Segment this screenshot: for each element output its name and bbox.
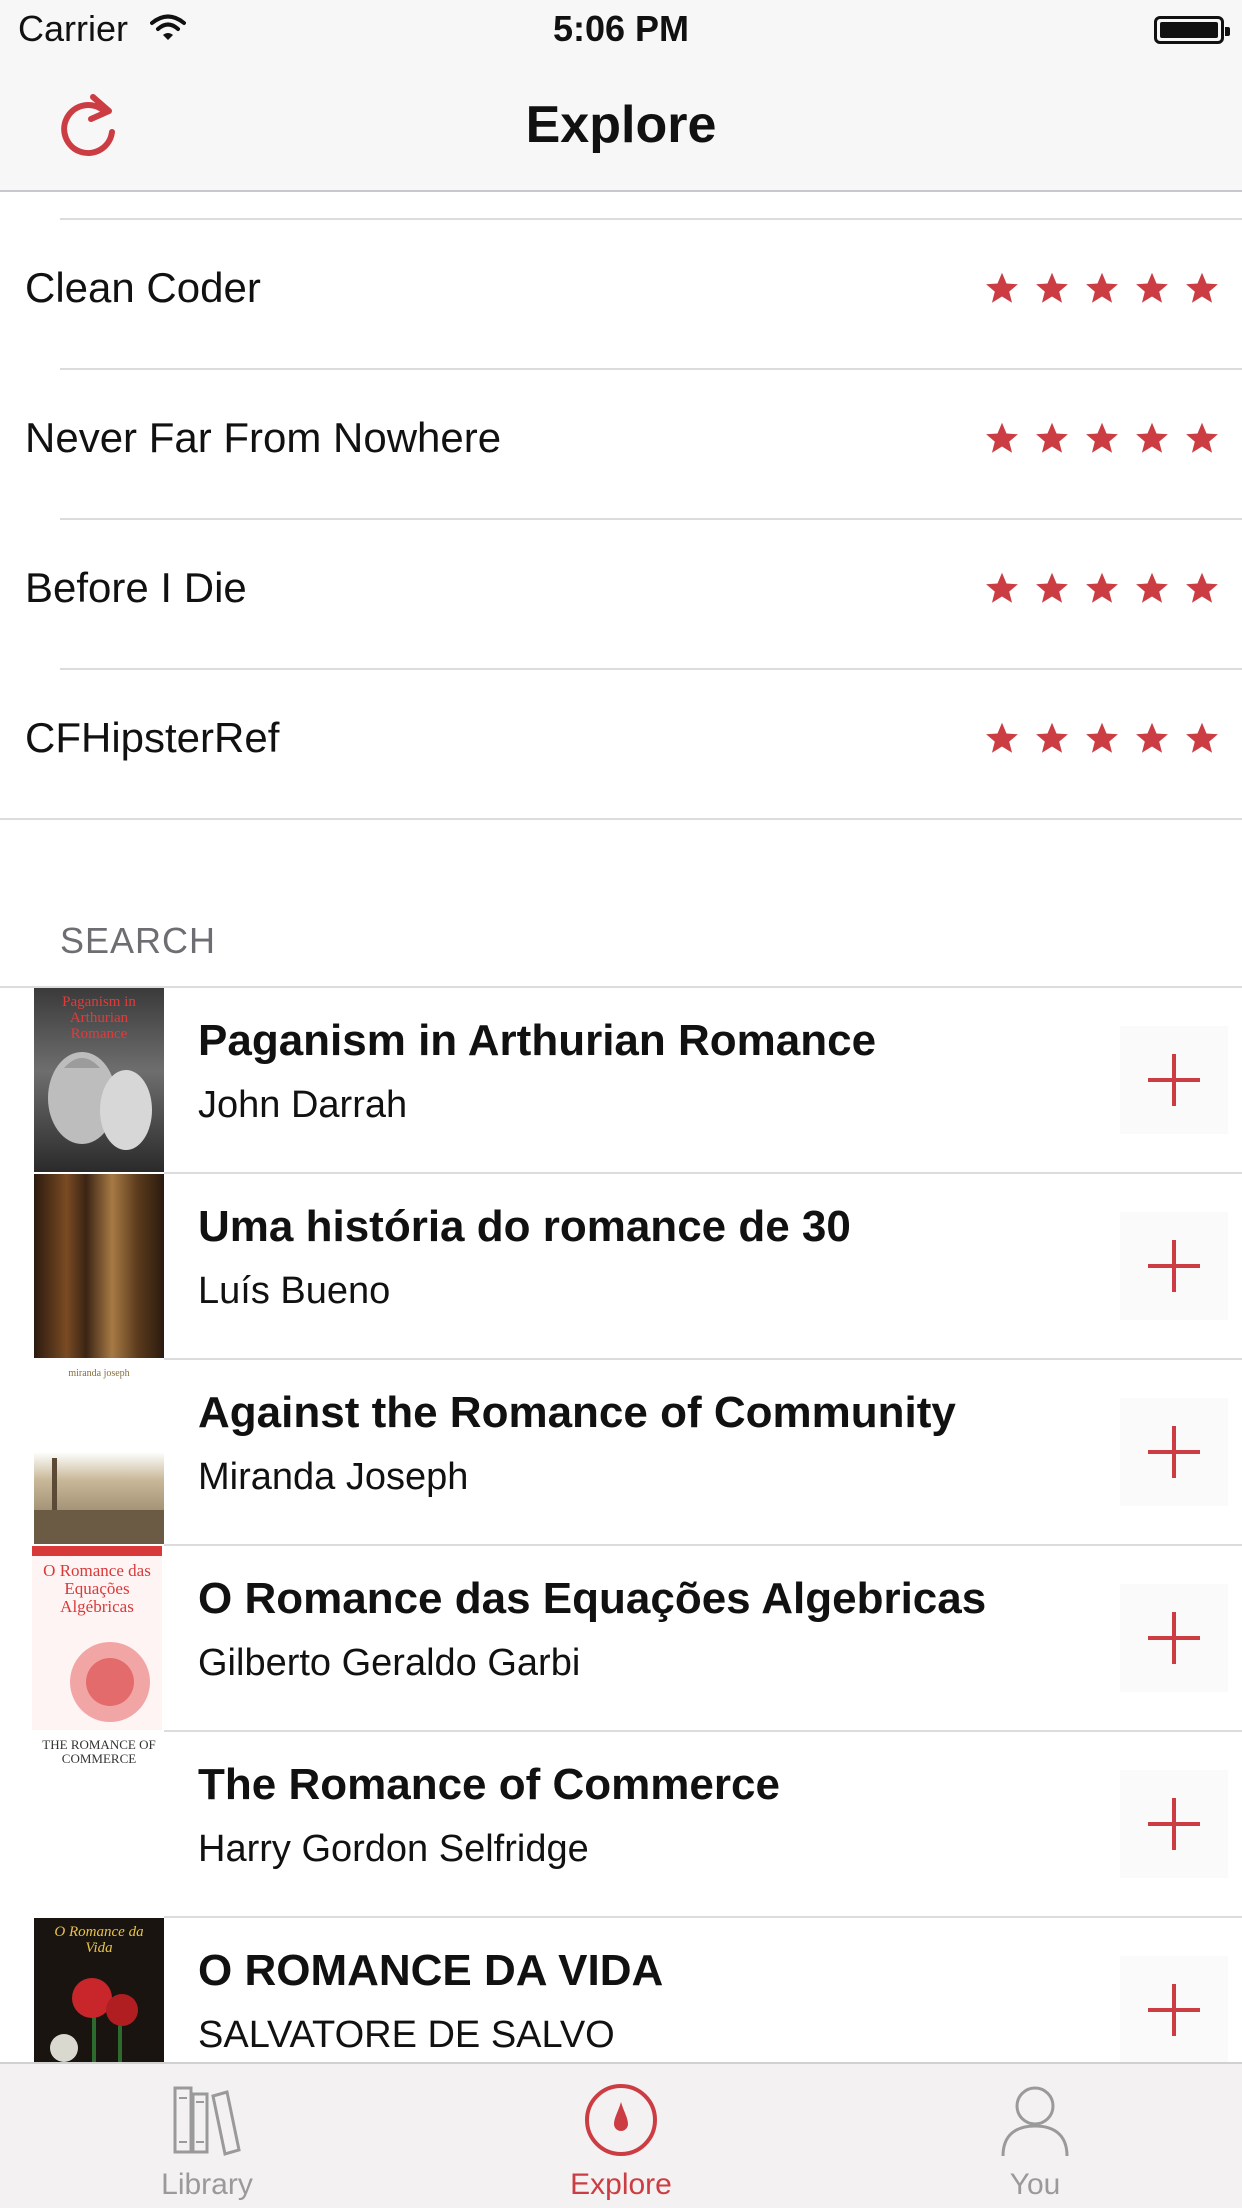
book-title: Clean Coder xyxy=(25,264,261,311)
status-time: 5:06 PM xyxy=(552,8,690,49)
navigation-bar: Explore xyxy=(0,60,1242,192)
star-icon xyxy=(986,422,1018,453)
list-item[interactable]: Never Far From Nowhere xyxy=(0,370,1242,520)
tab-label: Explore xyxy=(570,2168,672,2201)
book-title: Against the Romance of Community xyxy=(198,1388,956,1437)
star-icon xyxy=(1036,422,1068,453)
section-header-search: SEARCH xyxy=(60,920,217,961)
star-icon xyxy=(1136,272,1168,303)
add-button[interactable] xyxy=(1120,1026,1228,1134)
list-item[interactable]: CFHipsterRef xyxy=(0,670,1242,820)
star-icon xyxy=(1186,722,1218,753)
star-rating xyxy=(984,420,1220,456)
star-icon xyxy=(1086,272,1118,303)
star-icon xyxy=(1136,722,1168,753)
star-icon xyxy=(1036,572,1068,603)
library-icon xyxy=(173,2086,241,2156)
book-cover xyxy=(34,1174,164,1358)
star-icon xyxy=(986,272,1018,303)
book-author: Gilberto Geraldo Garbi xyxy=(198,1642,581,1684)
book-cover: O Romance das Equações Algébricas xyxy=(32,1546,162,1730)
star-icon xyxy=(1136,572,1168,603)
star-icon xyxy=(1186,572,1218,603)
person-icon xyxy=(1001,2086,1069,2157)
book-author: Harry Gordon Selfridge xyxy=(198,1828,589,1870)
tab-explore[interactable]: Explore xyxy=(414,2064,828,2210)
add-button[interactable] xyxy=(1120,1770,1228,1878)
tab-you[interactable]: You xyxy=(828,2064,1242,2210)
book-author: Luís Bueno xyxy=(198,1270,391,1312)
add-button[interactable] xyxy=(1120,1584,1228,1692)
star-icon xyxy=(1086,422,1118,453)
star-icon xyxy=(1086,572,1118,603)
star-rating xyxy=(984,720,1220,756)
table-row[interactable]: Paganism in Arthurian Romance Paganism i… xyxy=(0,988,1242,1173)
tab-label: You xyxy=(1009,2168,1061,2201)
status-bar: Carrier 5:06 PM xyxy=(0,0,1242,60)
book-cover: THE ROMANCE OF COMMERCE xyxy=(34,1732,164,1916)
star-icon xyxy=(1036,272,1068,303)
star-icon xyxy=(1186,272,1218,303)
plus-icon xyxy=(1148,1612,1200,1664)
table-row[interactable]: O Romance das Equações Algébricas O Roma… xyxy=(0,1546,1242,1731)
book-title: O ROMANCE DA VIDA xyxy=(198,1946,664,1995)
star-icon xyxy=(1136,422,1168,453)
cover-text: miranda joseph xyxy=(68,1368,130,1379)
star-icon xyxy=(1186,422,1218,453)
list-item[interactable]: Before I Die xyxy=(0,520,1242,670)
book-title: Before I Die xyxy=(25,564,247,611)
tab-library[interactable]: Library xyxy=(0,2064,414,2210)
book-title: Paganism in Arthurian Romance xyxy=(198,1016,877,1065)
plus-icon xyxy=(1148,1798,1200,1850)
plus-icon xyxy=(1148,1426,1200,1478)
page-title: Explore xyxy=(525,96,717,154)
table-row[interactable]: Uma história do romance de 30 Luís Bueno xyxy=(0,1174,1242,1359)
book-title: The Romance of Commerce xyxy=(198,1760,780,1809)
star-rating xyxy=(984,570,1220,606)
add-button[interactable] xyxy=(1120,1956,1228,2064)
star-icon xyxy=(1086,722,1118,753)
book-title: O Romance das Equações Algebricas xyxy=(198,1574,987,1623)
explore-icon xyxy=(585,2084,657,2156)
plus-icon xyxy=(1148,1240,1200,1292)
star-icon xyxy=(1036,722,1068,753)
table-row[interactable]: miranda joseph Against the Romance of Co… xyxy=(0,1360,1242,1545)
star-icon xyxy=(986,572,1018,603)
battery-icon xyxy=(1154,16,1230,44)
book-title: CFHipsterRef xyxy=(25,714,280,761)
plus-icon xyxy=(1148,1054,1200,1106)
star-rating xyxy=(984,270,1220,306)
cover-text: THE ROMANCE OF COMMERCE xyxy=(42,1737,156,1766)
book-author: Miranda Joseph xyxy=(198,1456,469,1498)
row-separator xyxy=(0,818,1242,820)
book-cover: miranda joseph xyxy=(34,1360,164,1544)
book-author: John Darrah xyxy=(198,1084,408,1126)
add-button[interactable] xyxy=(1120,1398,1228,1506)
tab-label: Library xyxy=(161,2168,253,2201)
cover-text: O Romance da Vida xyxy=(54,1924,144,1956)
cover-text: O Romance das Equações Algébricas xyxy=(43,1561,151,1616)
add-button[interactable] xyxy=(1120,1212,1228,1320)
plus-icon xyxy=(1148,1984,1200,2036)
tab-bar: Library Explore You xyxy=(0,2062,1242,2208)
book-title: Never Far From Nowhere xyxy=(25,414,502,461)
star-icon xyxy=(986,722,1018,753)
list-item[interactable]: Clean Coder xyxy=(0,220,1242,370)
book-title: Uma história do romance de 30 xyxy=(198,1202,851,1251)
book-author: SALVATORE DE SALVO xyxy=(198,2014,615,2056)
book-cover: Paganism in Arthurian Romance xyxy=(34,988,164,1172)
table-row[interactable]: THE ROMANCE OF COMMERCE The Romance of C… xyxy=(0,1732,1242,1917)
